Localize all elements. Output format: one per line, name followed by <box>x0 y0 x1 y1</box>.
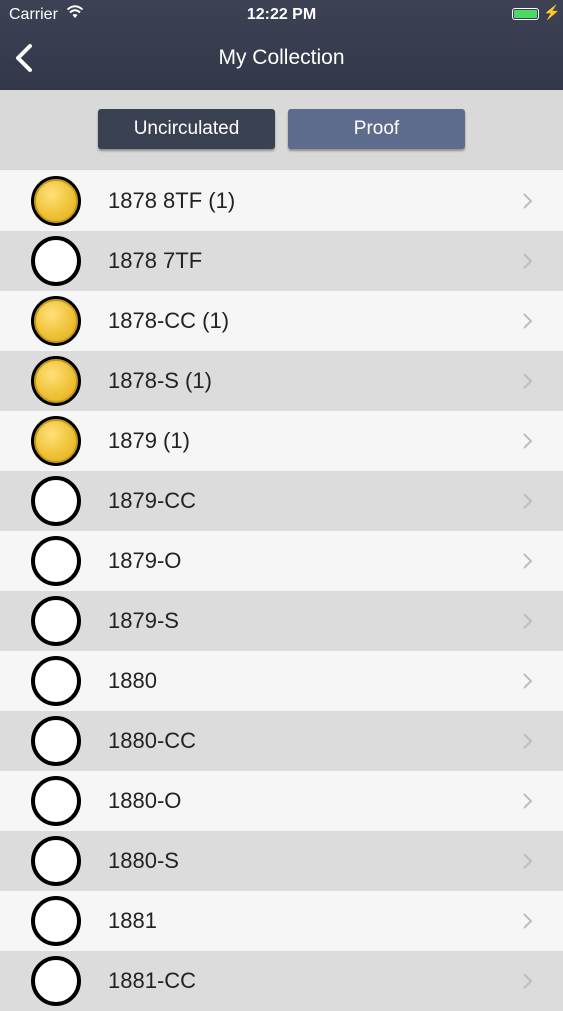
chevron-right-icon <box>523 493 533 509</box>
list-item-label: 1879 (1) <box>108 428 190 453</box>
list-item-label: 1880 <box>108 668 157 693</box>
coin-owned-icon <box>31 296 81 346</box>
list-item[interactable]: 1878-CC (1) <box>0 291 563 351</box>
chevron-right-icon <box>523 673 533 689</box>
coin-empty-icon <box>31 896 81 946</box>
list-item[interactable]: 1880 <box>0 651 563 711</box>
list-item[interactable]: 1878 7TF <box>0 231 563 291</box>
chevron-right-icon <box>523 313 533 329</box>
coin-owned-icon <box>31 416 81 466</box>
list-item-label: 1879-CC <box>108 488 197 513</box>
list-item-label: 1879-S <box>108 608 179 633</box>
list-item-label: 1878-S (1) <box>108 368 212 393</box>
nav-bar: Carrier 12:22 PM ⚡ My Collection <box>0 0 563 90</box>
coin-empty-icon <box>31 716 81 766</box>
battery-icon <box>512 8 539 20</box>
coin-empty-icon <box>31 836 81 886</box>
list-item-label: 1881 <box>108 908 157 933</box>
list-item-label: 1879-O <box>108 548 182 573</box>
coin-empty-icon <box>31 956 81 1006</box>
coin-owned-icon <box>31 356 81 406</box>
chevron-right-icon <box>523 853 533 869</box>
list-item-label: 1878 8TF (1) <box>108 188 236 213</box>
chevron-right-icon <box>523 373 533 389</box>
coin-owned-icon <box>31 176 81 226</box>
list-item[interactable]: 1879-S <box>0 591 563 651</box>
charging-icon: ⚡ <box>543 4 561 20</box>
list-item-label: 1880-O <box>108 788 182 813</box>
coin-empty-icon <box>31 536 81 586</box>
list-item-label: 1880-CC <box>108 728 197 753</box>
list-item-label: 1878 7TF <box>108 248 203 273</box>
status-bar: Carrier 12:22 PM ⚡ <box>0 0 563 30</box>
coin-empty-icon <box>31 776 81 826</box>
chevron-right-icon <box>523 253 533 269</box>
segment-uncirculated[interactable]: Uncirculated <box>98 109 275 149</box>
list-item[interactable]: 1879-CC <box>0 471 563 531</box>
chevron-right-icon <box>523 553 533 569</box>
chevron-right-icon <box>523 973 533 989</box>
status-time: 12:22 PM <box>246 6 317 23</box>
list-item[interactable]: 1878-S (1) <box>0 351 563 411</box>
list-item-label: 1881-CC <box>108 968 197 993</box>
list-item[interactable]: 1879 (1) <box>0 411 563 471</box>
chevron-right-icon <box>523 193 533 209</box>
segment-proof[interactable]: Proof <box>288 109 465 149</box>
coin-empty-icon <box>31 596 81 646</box>
list-item-label: 1880-S <box>108 848 179 873</box>
chevron-right-icon <box>523 913 533 929</box>
list-item[interactable]: 1880-CC <box>0 711 563 771</box>
chevron-right-icon <box>523 433 533 449</box>
list-item[interactable]: 1881-CC <box>0 951 563 1011</box>
list-item[interactable]: 1879-O <box>0 531 563 591</box>
chevron-right-icon <box>523 613 533 629</box>
coin-list: 1878 8TF (1) 1878 7TF 1878-CC (1) 1878-S (1… <box>0 171 563 1011</box>
chevron-right-icon <box>523 793 533 809</box>
list-item[interactable]: 1881 <box>0 891 563 951</box>
list-item-label: 1878-CC (1) <box>108 308 230 333</box>
page-title: My Collection <box>218 46 345 69</box>
segmented-control: Uncirculated Proof <box>0 90 563 170</box>
coin-empty-icon <box>31 656 81 706</box>
list-item[interactable]: 1880-S <box>0 831 563 891</box>
coin-empty-icon <box>31 476 81 526</box>
list-item[interactable]: 1878 8TF (1) <box>0 171 563 231</box>
coin-empty-icon <box>31 236 81 286</box>
list-item[interactable]: 1880-O <box>0 771 563 831</box>
chevron-right-icon <box>523 733 533 749</box>
